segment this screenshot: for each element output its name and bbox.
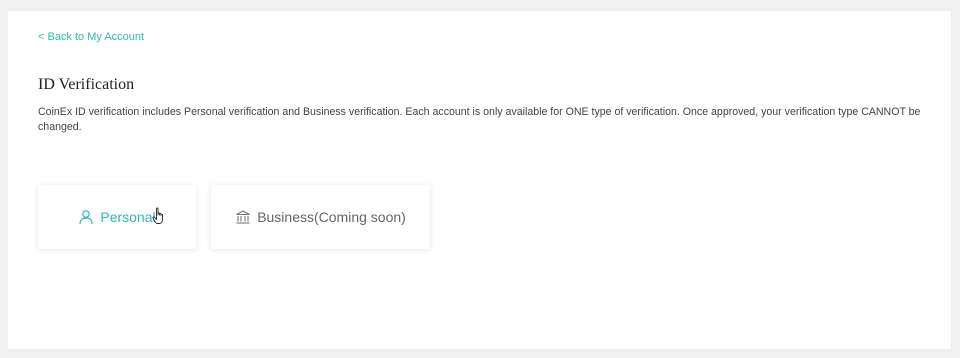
- bank-icon: [235, 209, 251, 225]
- user-icon: [78, 209, 94, 225]
- personal-option-label: Personal: [100, 209, 156, 225]
- verification-panel: < Back to My Account ID Verification Coi…: [8, 11, 951, 349]
- back-to-account-link[interactable]: < Back to My Account: [38, 31, 144, 43]
- business-option-label: Business(Coming soon): [257, 209, 406, 225]
- verification-description: CoinEx ID verification includes Personal…: [38, 106, 921, 133]
- page-title: ID Verification: [38, 76, 135, 93]
- business-verification-option[interactable]: Business(Coming soon): [211, 185, 430, 249]
- personal-verification-option[interactable]: Personal: [38, 185, 196, 249]
